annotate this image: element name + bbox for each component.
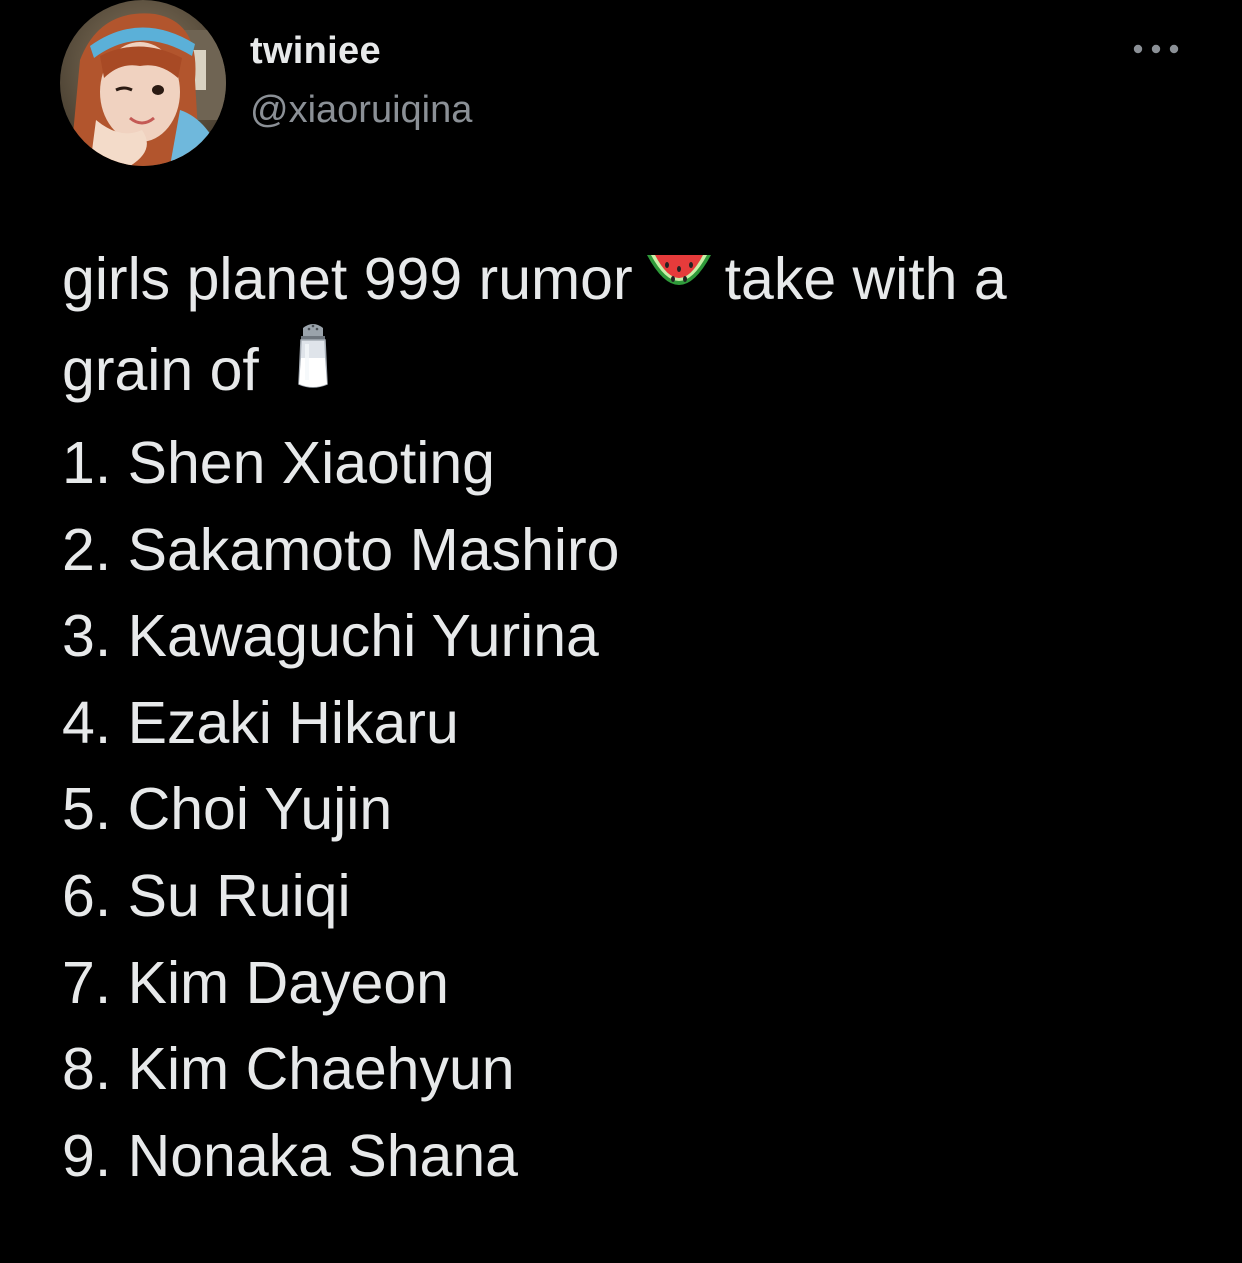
tweet: twiniee @xiaoruiqina girls planet 999 ru… — [0, 0, 1242, 1263]
list-item: 6. Su Ruiqi — [62, 862, 351, 929]
tweet-text-line-1: girls planet 999 rumor take with a — [62, 236, 1192, 327]
list-item: 9. Nonaka Shana — [62, 1122, 518, 1189]
tweet-text-line-2: grain of — [62, 324, 1192, 420]
tweet-text-part: girls planet 999 rumor — [62, 246, 633, 312]
user-handle[interactable]: @xiaoruiqina — [250, 82, 472, 138]
list-item: 1. Shen Xiaoting — [62, 429, 495, 496]
tweet-text-part: grain of — [62, 336, 259, 403]
list-item: 2. Sakamoto Mashiro — [62, 516, 620, 583]
list-item: 8. Kim Chaehyun — [62, 1036, 515, 1103]
watermelon-emoji-icon — [645, 234, 713, 321]
author-info: twiniee @xiaoruiqina — [250, 26, 472, 138]
tweet-text: girls planet 999 rumor take with a grain… — [62, 236, 1192, 1199]
avatar-photo — [60, 0, 226, 166]
tweet-text-part: take with a — [724, 246, 1007, 312]
list-item: 3. Kawaguchi Yurina — [62, 603, 599, 670]
list-item: 4. Ezaki Hikaru — [62, 689, 459, 756]
list-item: 5. Choi Yujin — [62, 776, 393, 843]
avatar[interactable] — [60, 0, 226, 166]
ranking-list: 1. Shen Xiaoting 2. Sakamoto Mashiro 3. Ka… — [62, 420, 1192, 1199]
more-horizontal-icon[interactable] — [1128, 36, 1184, 62]
display-name[interactable]: twiniee — [250, 26, 472, 76]
list-item: 7. Kim Dayeon — [62, 949, 449, 1016]
salt-shaker-emoji-icon — [295, 322, 331, 414]
